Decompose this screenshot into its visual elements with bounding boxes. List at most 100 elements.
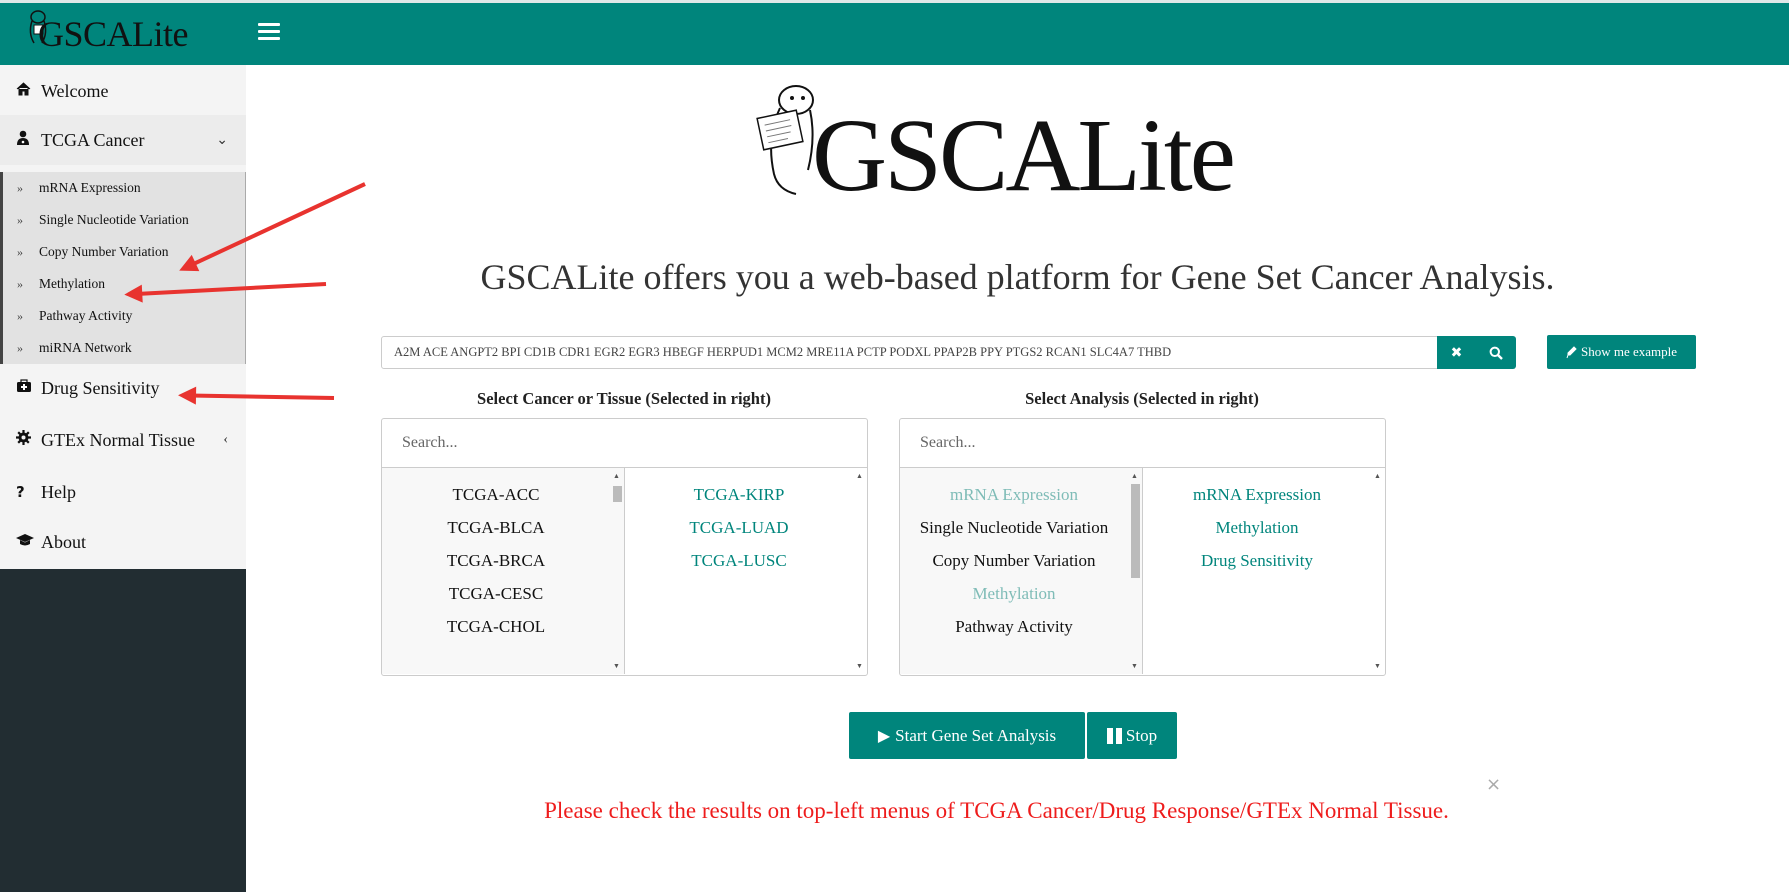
sidebar: Welcome TCGA Cancer ⌄ » mRNA Expression »… bbox=[0, 65, 246, 892]
logo-text: GSCALite bbox=[38, 14, 189, 54]
sidebar-item-label: Welcome bbox=[41, 80, 109, 101]
scrollbar[interactable]: ▲ ▼ bbox=[1130, 472, 1140, 670]
list-item[interactable]: Drug Sensitivity bbox=[1143, 544, 1371, 577]
top-navbar: GSCALite bbox=[0, 0, 1789, 65]
submenu-label: Copy Number Variation bbox=[39, 244, 169, 259]
submenu-label: Methylation bbox=[39, 276, 105, 291]
analysis-search-input[interactable]: Search... bbox=[900, 419, 1385, 468]
question-icon: ? bbox=[16, 483, 25, 501]
play-icon: ▶ bbox=[877, 726, 891, 745]
submenu-label: miRNA Network bbox=[39, 340, 132, 355]
angle-double-right-icon: » bbox=[17, 308, 23, 323]
sidebar-item-label: TCGA Cancer bbox=[41, 129, 145, 150]
list-item[interactable]: TCGA-CHOL bbox=[382, 610, 610, 643]
analysis-selector-title: Select Analysis (Selected in right) bbox=[1025, 389, 1259, 408]
sidebar-item-tcga-cancer[interactable]: TCGA Cancer ⌄ bbox=[0, 115, 246, 165]
eyedropper-icon bbox=[1566, 345, 1577, 358]
search-icon bbox=[1489, 346, 1503, 360]
scroll-thumb[interactable] bbox=[1131, 484, 1140, 578]
scroll-up-icon: ▲ bbox=[1131, 472, 1138, 480]
angle-double-right-icon: » bbox=[17, 276, 23, 291]
list-item[interactable]: Single Nucleotide Variation bbox=[900, 511, 1128, 544]
scroll-up-icon: ▲ bbox=[1374, 472, 1381, 480]
scroll-up-icon: ▲ bbox=[613, 472, 620, 480]
cancer-search-input[interactable]: Search... bbox=[382, 419, 867, 468]
sidebar-item-about[interactable]: About bbox=[0, 517, 246, 567]
sidebar-item-gtex-normal-tissue[interactable]: GTEx Normal Tissue ‹ bbox=[0, 415, 246, 465]
list-item[interactable]: TCGA-BLCA bbox=[382, 511, 610, 544]
list-item[interactable]: Methylation bbox=[900, 577, 1128, 610]
analysis-selected-list: mRNA Expression Methylation Drug Sensiti… bbox=[1143, 468, 1385, 674]
gene-set-input[interactable]: A2M ACE ANGPT2 BPI CD1B CDR1 EGR2 EGR3 H… bbox=[381, 336, 1438, 369]
chevron-left-icon: ‹ bbox=[223, 432, 228, 447]
list-item[interactable]: TCGA-LUAD bbox=[625, 511, 853, 544]
scroll-down-icon: ▼ bbox=[856, 662, 863, 670]
home-icon bbox=[16, 81, 36, 101]
angle-double-right-icon: » bbox=[17, 212, 23, 227]
list-item[interactable]: mRNA Expression bbox=[1143, 478, 1371, 511]
submenu-item-pathway-activity[interactable]: » Pathway Activity bbox=[3, 300, 245, 332]
close-icon: ✖ bbox=[1450, 344, 1463, 361]
sidebar-item-help[interactable]: ? Help bbox=[0, 467, 246, 517]
scroll-down-icon: ▼ bbox=[613, 662, 620, 670]
close-notice-icon[interactable]: × bbox=[1486, 774, 1501, 795]
cancer-available-list: TCGA-ACC TCGA-BLCA TCGA-BRCA TCGA-CESC T… bbox=[382, 468, 625, 674]
angle-double-right-icon: » bbox=[17, 244, 23, 259]
scroll-thumb[interactable] bbox=[613, 486, 622, 502]
cancer-multiselect: Search... TCGA-ACC TCGA-BLCA TCGA-BRCA T… bbox=[381, 418, 868, 676]
results-notice: Please check the results on top-left men… bbox=[544, 798, 1449, 823]
submenu-item-mirna-network[interactable]: » miRNA Network bbox=[3, 332, 245, 364]
analysis-available-list: mRNA Expression Single Nucleotide Variat… bbox=[900, 468, 1143, 674]
app-logo[interactable]: GSCALite bbox=[0, 3, 246, 65]
tcga-submenu: » mRNA Expression » Single Nucleotide Vari… bbox=[0, 172, 246, 364]
clear-input-button[interactable]: ✖ bbox=[1437, 336, 1476, 369]
stop-button[interactable]: Stop bbox=[1087, 712, 1177, 759]
sidebar-item-drug-sensitivity[interactable]: Drug Sensitivity bbox=[0, 363, 246, 413]
list-item[interactable]: TCGA-LUSC bbox=[625, 544, 853, 577]
sidebar-item-label: GTEx Normal Tissue bbox=[41, 429, 196, 450]
list-item[interactable]: Copy Number Variation bbox=[900, 544, 1128, 577]
cancer-selected-list: TCGA-KIRP TCGA-LUAD TCGA-LUSC ▲ ▼ bbox=[625, 468, 867, 674]
page-tagline: GSCALite offers you a web-based platform… bbox=[246, 256, 1789, 298]
search-button[interactable] bbox=[1476, 336, 1516, 369]
submenu-item-snv[interactable]: » Single Nucleotide Variation bbox=[3, 204, 245, 236]
scrollbar[interactable]: ▲ ▼ bbox=[855, 472, 865, 670]
pause-icon bbox=[1106, 727, 1122, 744]
cancer-selector-title: Select Cancer or Tissue (Selected in rig… bbox=[477, 389, 771, 408]
gear-icon bbox=[16, 430, 36, 450]
list-item[interactable]: TCGA-BRCA bbox=[382, 544, 610, 577]
scrollbar[interactable]: ▲ ▼ bbox=[612, 472, 622, 670]
sidebar-item-welcome[interactable]: Welcome bbox=[0, 66, 246, 116]
scroll-up-icon: ▲ bbox=[856, 472, 863, 480]
chevron-down-icon: ⌄ bbox=[216, 132, 228, 148]
list-item[interactable]: Methylation bbox=[1143, 511, 1371, 544]
sidebar-toggle-icon[interactable] bbox=[258, 23, 280, 43]
list-item[interactable]: Pathway Activity bbox=[900, 610, 1128, 643]
scroll-down-icon: ▼ bbox=[1131, 662, 1138, 670]
tagline-text: GSCALite offers you a web-based platform… bbox=[480, 257, 1555, 297]
list-item[interactable]: TCGA-CESC bbox=[382, 577, 610, 610]
sidebar-menu: Welcome TCGA Cancer ⌄ » mRNA Expression »… bbox=[0, 65, 246, 569]
scroll-down-icon: ▼ bbox=[1374, 662, 1381, 670]
submenu-label: Pathway Activity bbox=[39, 308, 133, 323]
list-item[interactable]: TCGA-ACC bbox=[382, 478, 610, 511]
angle-double-right-icon: » bbox=[17, 180, 23, 195]
submenu-item-cnv[interactable]: » Copy Number Variation bbox=[3, 236, 245, 268]
sidebar-item-label: About bbox=[41, 531, 86, 552]
submenu-item-mrna-expression[interactable]: » mRNA Expression bbox=[3, 172, 245, 204]
sidebar-item-label: Drug Sensitivity bbox=[41, 377, 160, 398]
main-logo-text: GSCALite bbox=[812, 98, 1236, 213]
submenu-label: mRNA Expression bbox=[39, 180, 141, 195]
analysis-multiselect: Search... mRNA Expression Single Nucleot… bbox=[899, 418, 1386, 676]
medkit-icon bbox=[16, 378, 36, 398]
otter-mascot-logo-icon bbox=[756, 85, 814, 195]
list-item[interactable]: mRNA Expression bbox=[900, 478, 1128, 511]
submenu-label: Single Nucleotide Variation bbox=[39, 212, 189, 227]
stop-label: Stop bbox=[1125, 725, 1158, 745]
scrollbar[interactable]: ▲ ▼ bbox=[1373, 472, 1383, 670]
show-example-label: Show me example bbox=[1580, 344, 1678, 359]
graduation-cap-icon bbox=[16, 533, 36, 552]
show-example-button[interactable]: Show me example bbox=[1547, 335, 1696, 369]
list-item[interactable]: TCGA-KIRP bbox=[625, 478, 853, 511]
start-analysis-button[interactable]: ▶ Start Gene Set Analysis bbox=[849, 712, 1085, 759]
